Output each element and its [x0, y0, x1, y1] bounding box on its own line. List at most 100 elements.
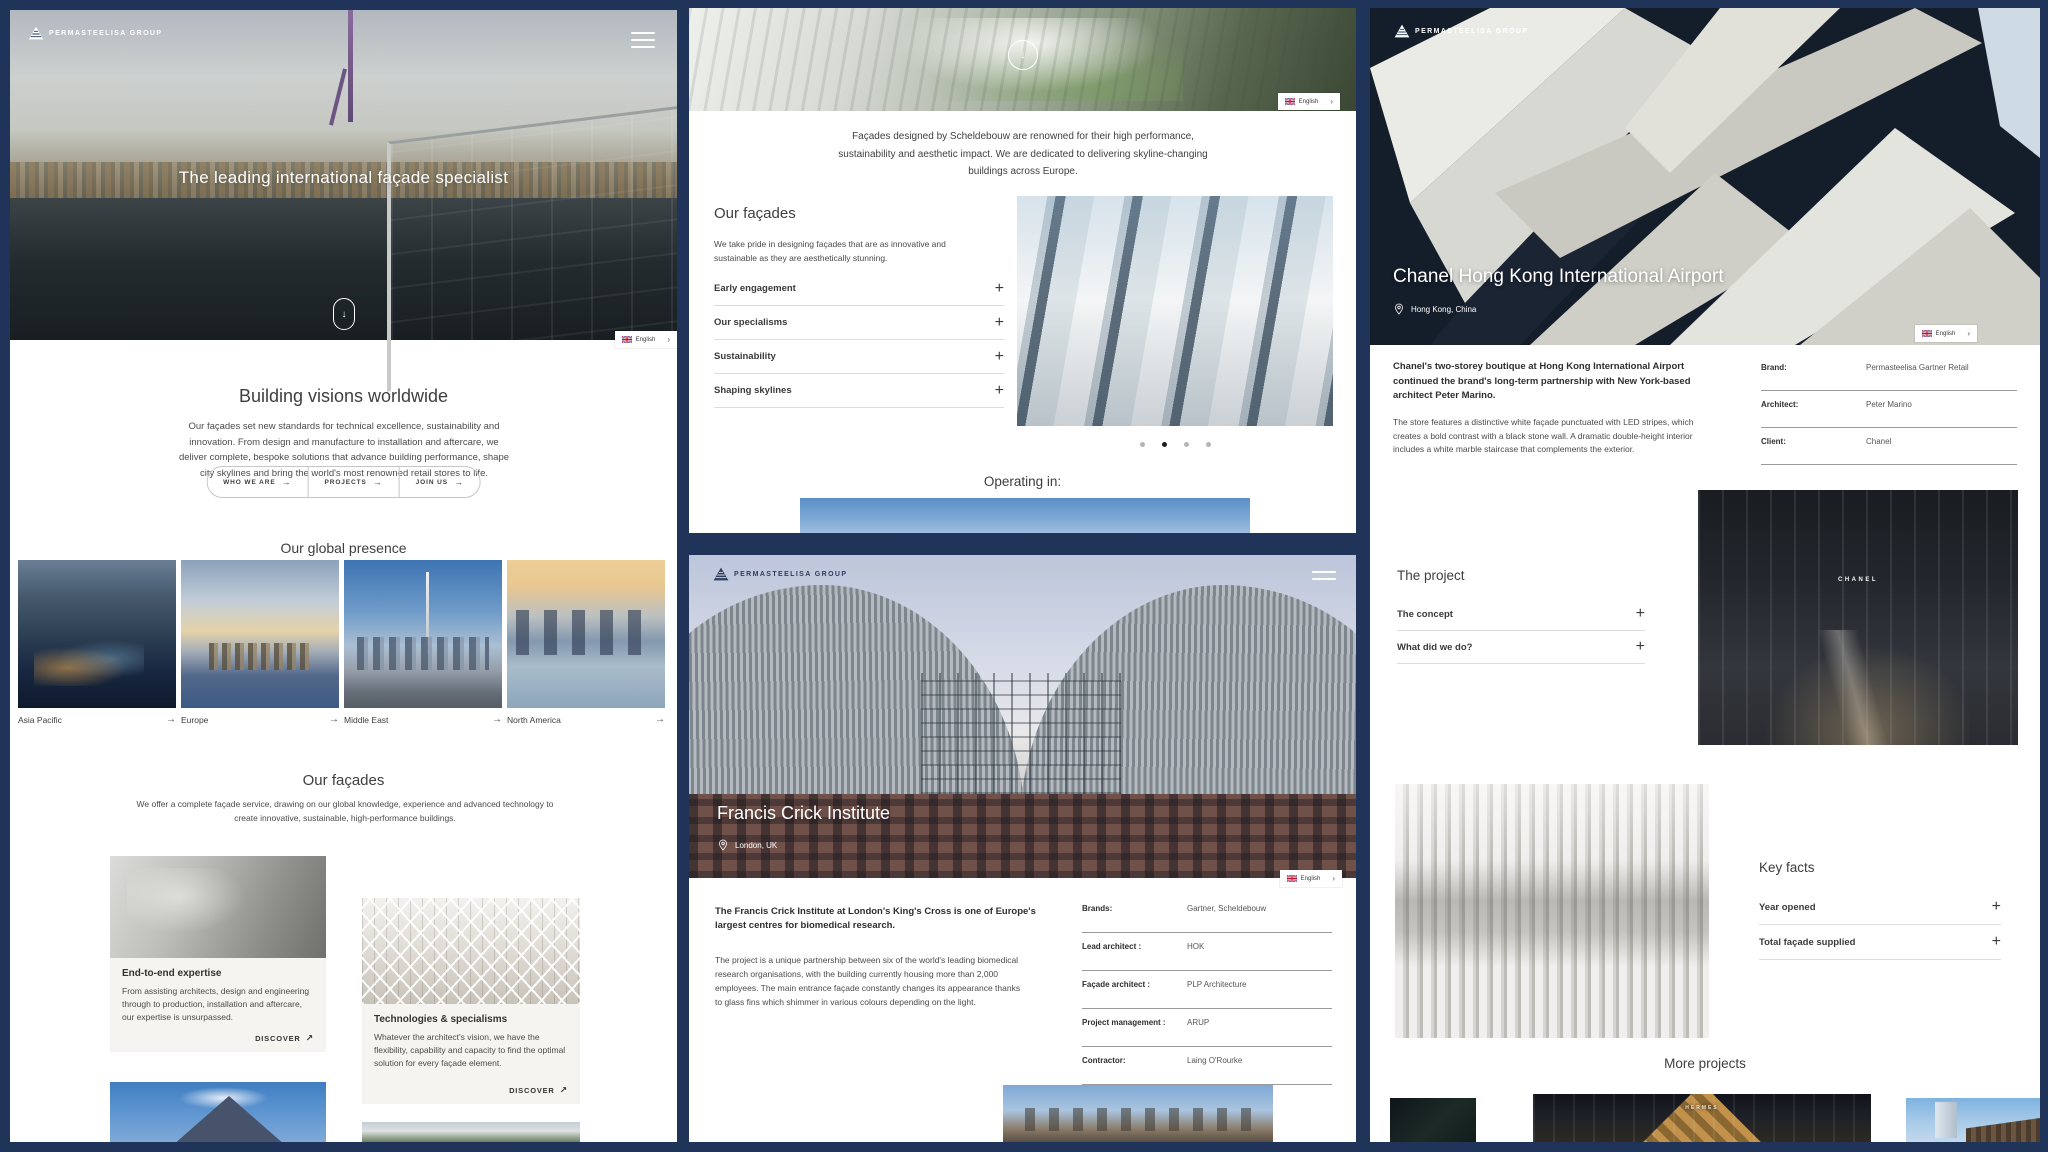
down-arrow-icon: ↓ [1020, 49, 1026, 61]
fact-row-brands: Brands:Gartner, Scheldebouw [1082, 895, 1332, 933]
chanel-lede: Chanel's two-storey boutique at Hong Kon… [1393, 360, 1728, 404]
home-facades-title: Our façades [10, 772, 677, 789]
region-link-asia-pacific[interactable]: Asia Pacific→ [18, 714, 176, 725]
abstract-facade-panels [1370, 8, 2040, 345]
photo-project-dark-facade[interactable] [1390, 1098, 1476, 1142]
photo-project-hermes-store[interactable]: HERMES [1533, 1094, 1871, 1142]
join-us-button[interactable]: JOIN US→ [399, 467, 480, 497]
region-link-europe[interactable]: Europe→ [181, 714, 339, 725]
logo-text: PERMASTEELISA GROUP [1415, 28, 1528, 35]
arrow-up-right-icon: ↗ [306, 1033, 314, 1044]
chevron-right-icon: › [1967, 329, 1970, 338]
photo-asia-pacific[interactable] [18, 560, 176, 708]
who-we-are-button[interactable]: WHO WE ARE→ [207, 467, 307, 497]
home-page-screenshot: PERMASTEELISA GROUP The leading internat… [10, 10, 677, 1142]
discover-link[interactable]: DISCOVER↗ [255, 1033, 314, 1044]
plus-icon: + [995, 383, 1004, 399]
logo-triangle-icon [28, 26, 44, 40]
card-body: From assisting architects, design and en… [122, 985, 314, 1025]
language-selector[interactable]: English › [615, 331, 677, 348]
plus-icon: + [1636, 606, 1645, 622]
carousel-dot[interactable] [1184, 442, 1189, 447]
crick-title: Francis Crick Institute [717, 803, 890, 824]
uk-flag-icon [1287, 875, 1297, 882]
fact-row-brand: Brand:Permasteelisa Gartner Retail [1761, 354, 2017, 391]
operating-in-title: Operating in: [689, 474, 1356, 489]
chanel-hero-photo: PERMASTEELISA GROUP Chanel Hong Kong Int… [1370, 8, 2040, 345]
language-selector[interactable]: English › [1278, 93, 1340, 110]
global-presence-title: Our global presence [10, 540, 677, 556]
home-nav-pill-group: WHO WE ARE→ PROJECTS→ JOIN US→ [206, 466, 481, 498]
scroll-down-button[interactable]: ↓ [1008, 40, 1038, 70]
collage-canvas: PERMASTEELISA GROUP The leading internat… [0, 0, 2048, 1152]
fact-row-contractor: Contractor:Laing O'Rourke [1082, 1047, 1332, 1085]
photo-project-glass-tower[interactable] [1906, 1098, 2040, 1142]
location-pin-icon [717, 839, 729, 851]
accordion-item-the-concept[interactable]: The concept+ [1397, 598, 1645, 631]
language-label: English [636, 337, 656, 343]
accordion-item-total-facade-supplied[interactable]: Total façade supplied+ [1759, 925, 2001, 960]
logo-triangle-icon [1394, 24, 1410, 38]
region-link-north-america[interactable]: North America→ [507, 714, 665, 725]
permasteelisa-logo[interactable]: PERMASTEELISA GROUP [28, 26, 162, 40]
discover-link[interactable]: DISCOVER↗ [509, 1085, 568, 1096]
photo-chanel-store-interior: CHANEL [1698, 490, 2018, 745]
plus-icon: + [1992, 899, 2001, 915]
scroll-down-button[interactable]: ↓ [333, 298, 355, 330]
accordion-item-shaping-skylines[interactable]: Shaping skylines+ [714, 374, 1004, 408]
language-label: English [1301, 876, 1321, 882]
arrow-right-icon: → [166, 714, 176, 725]
operating-region-photo [800, 498, 1250, 533]
photo-north-america[interactable] [507, 560, 665, 708]
chanel-title: Chanel Hong Kong International Airport [1393, 266, 1724, 288]
card-end-to-end-expertise: End-to-end expertise From assisting arch… [110, 958, 326, 1052]
plus-icon: + [1636, 639, 1645, 655]
photo-green-cityscape [362, 1122, 580, 1142]
location-row: London, UK [717, 839, 777, 851]
crick-facts-table: Brands:Gartner, Scheldebouw Lead archite… [1082, 895, 1332, 1085]
arrow-right-icon: → [454, 477, 464, 487]
photo-architect-sketching [110, 856, 326, 958]
carousel-dot[interactable] [1140, 442, 1145, 447]
region-link-middle-east[interactable]: Middle East→ [344, 714, 502, 725]
chanel-facts-table: Brand:Permasteelisa Gartner Retail Archi… [1761, 354, 2017, 465]
facades-accordion: Early engagement+ Our specialisms+ Susta… [714, 272, 1004, 408]
glass-facade-panel [387, 102, 677, 392]
accordion-item-our-specialisms[interactable]: Our specialisms+ [714, 306, 1004, 340]
key-facts-accordion: Year opened+ Total façade supplied+ [1759, 890, 2001, 960]
carousel-dot[interactable] [1206, 442, 1211, 447]
card-technologies-specialisms: Technologies & specialisms Whatever the … [362, 1004, 580, 1104]
menu-icon[interactable] [631, 32, 655, 48]
logo-triangle-icon [713, 567, 729, 581]
plus-icon: + [995, 349, 1004, 365]
language-selector[interactable]: English › [1280, 870, 1342, 887]
language-label: English [1936, 331, 1956, 337]
home-hero-title: The leading international façade special… [10, 168, 677, 188]
language-label: English [1299, 99, 1319, 105]
scheldebouw-page-screenshot: ↓ English › Façades designed by Scheldeb… [689, 8, 1356, 533]
projects-button[interactable]: PROJECTS→ [307, 467, 398, 497]
location-label: London, UK [735, 841, 777, 850]
hermes-store-sign: HERMES [1533, 1105, 1871, 1111]
carousel-dot-active[interactable] [1162, 442, 1167, 447]
home-hero-photo: PERMASTEELISA GROUP The leading internat… [10, 10, 677, 340]
accordion-item-what-did-we-do[interactable]: What did we do?+ [1397, 631, 1645, 664]
permasteelisa-logo[interactable]: PERMASTEELISA GROUP [713, 567, 847, 581]
sch-facades-title: Our façades [714, 205, 796, 222]
photo-middle-east[interactable] [344, 560, 502, 708]
carousel-dots [1017, 442, 1333, 447]
language-selector[interactable]: English › [1915, 325, 1977, 342]
photo-europe[interactable] [181, 560, 339, 708]
photo-white-fluted-facade [1395, 784, 1709, 1038]
permasteelisa-logo[interactable]: PERMASTEELISA GROUP [1394, 24, 1528, 38]
plus-icon: + [995, 281, 1004, 297]
photo-city-buildings [1003, 1085, 1273, 1142]
crane-strap [329, 68, 347, 125]
location-pin-icon [1393, 303, 1405, 315]
accordion-item-sustainability[interactable]: Sustainability+ [714, 340, 1004, 374]
menu-icon[interactable] [1312, 571, 1336, 580]
fact-row-project-management: Project management :ARUP [1082, 1009, 1332, 1047]
card-title: End-to-end expertise [122, 968, 314, 979]
accordion-item-year-opened[interactable]: Year opened+ [1759, 890, 2001, 925]
accordion-item-early-engagement[interactable]: Early engagement+ [714, 272, 1004, 306]
